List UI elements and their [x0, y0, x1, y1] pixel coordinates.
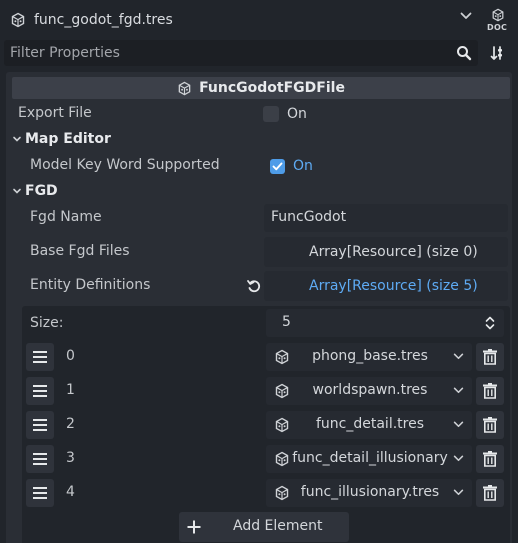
fgd-name-value: FuncGodot: [271, 209, 347, 225]
chevron-down-icon: [453, 455, 464, 462]
remove-element-button[interactable]: [476, 479, 504, 507]
base-fgd-files-label: Base Fgd Files: [30, 243, 130, 259]
resource-class-icon: [177, 81, 192, 96]
section-map-editor-title: Map Editor: [25, 131, 111, 147]
element-resource-name: func_detail_illusionary: [292, 450, 448, 466]
plus-icon: [187, 520, 201, 534]
export-file-checkbox[interactable]: [263, 106, 279, 122]
remove-element-button[interactable]: [476, 377, 504, 405]
element-resource-picker[interactable]: phong_base.tres: [266, 343, 472, 371]
export-file-value: On: [287, 106, 307, 122]
element-resource-name: func_detail.tres: [315, 416, 424, 432]
element-resource-name: phong_base.tres: [312, 348, 428, 364]
revert-icon: [246, 278, 264, 294]
chevron-down-icon: [453, 387, 464, 394]
search-icon: [456, 45, 472, 61]
remove-element-button[interactable]: [476, 411, 504, 439]
drag-handle[interactable]: [26, 479, 54, 507]
remove-element-button[interactable]: [476, 343, 504, 371]
trash-icon: [483, 485, 497, 501]
resource-icon: [10, 12, 26, 28]
drag-handle[interactable]: [26, 377, 54, 405]
array-size-value: 5: [282, 314, 291, 330]
chevron-down-icon: [460, 12, 472, 20]
element-index: 0: [66, 348, 75, 364]
sort-properties-button[interactable]: [484, 40, 510, 66]
element-resource-picker[interactable]: func_detail.tres: [266, 411, 472, 439]
open-documentation-button[interactable]: DOC: [484, 6, 514, 36]
revert-button[interactable]: [246, 278, 264, 296]
trash-icon: [483, 349, 497, 365]
element-index: 4: [66, 484, 75, 500]
drag-handle-icon: [33, 487, 47, 499]
array-size-label: Size:: [30, 315, 64, 331]
resource-file-name: func_godot_fgd.tres: [34, 12, 173, 28]
resource-picker[interactable]: func_godot_fgd.tres: [0, 0, 480, 40]
filter-properties-input[interactable]: [10, 42, 450, 64]
drag-handle-icon: [33, 385, 47, 397]
entity-definitions-button[interactable]: Array[Resource] (size 5): [264, 271, 508, 301]
element-resource-name: func_illusionary.tres: [300, 484, 440, 500]
drag-handle-icon: [33, 419, 47, 431]
element-resource-picker[interactable]: func_detail_illusionary: [266, 445, 472, 473]
remove-element-button[interactable]: [476, 445, 504, 473]
element-resource-picker[interactable]: func_illusionary.tres: [266, 479, 472, 507]
drag-handle[interactable]: [26, 445, 54, 473]
chevron-down-icon: [453, 421, 464, 428]
fgd-name-field[interactable]: FuncGodot: [264, 204, 508, 232]
class-title: FuncGodotFGDFile: [199, 80, 345, 96]
trash-icon: [483, 417, 497, 433]
section-fgd[interactable]: FGD: [12, 182, 58, 200]
entity-definitions-value: Array[Resource] (size 5): [309, 278, 478, 294]
drag-handle[interactable]: [26, 343, 54, 371]
entity-definitions-label: Entity Definitions: [30, 277, 151, 293]
section-map-editor[interactable]: Map Editor: [12, 130, 111, 148]
element-index: 3: [66, 450, 75, 466]
base-fgd-files-value: Array[Resource] (size 0): [309, 244, 478, 260]
element-index: 1: [66, 382, 75, 398]
trash-icon: [483, 383, 497, 399]
add-element-label: Add Element: [233, 518, 323, 534]
spin-arrows-icon: [485, 316, 495, 330]
model-key-word-checkbox[interactable]: [270, 159, 285, 174]
fgd-name-label: Fgd Name: [30, 209, 102, 225]
array-size-spinbox[interactable]: 5: [266, 309, 504, 337]
element-index: 2: [66, 416, 75, 432]
element-resource-name: worldspawn.tres: [312, 382, 428, 398]
trash-icon: [483, 451, 497, 467]
collapse-caret-icon: [12, 134, 25, 144]
class-header: FuncGodotFGDFile: [12, 77, 510, 99]
collapse-caret-icon: [12, 186, 25, 196]
filter-properties-field[interactable]: [4, 40, 478, 66]
element-resource-picker[interactable]: worldspawn.tres: [266, 377, 472, 405]
drag-handle-icon: [33, 453, 47, 465]
model-key-word-value: On: [293, 158, 313, 174]
sort-icon: [489, 45, 505, 61]
base-fgd-files-button[interactable]: Array[Resource] (size 0): [264, 237, 508, 267]
model-key-word-label: Model Key Word Supported: [30, 157, 220, 173]
chevron-down-icon: [453, 489, 464, 496]
section-fgd-title: FGD: [25, 183, 58, 199]
add-element-button[interactable]: Add Element: [179, 512, 349, 542]
drag-handle-icon: [33, 351, 47, 363]
documentation-icon: [489, 8, 507, 22]
doc-label: DOC: [487, 23, 508, 32]
chevron-down-icon: [453, 353, 464, 360]
drag-handle[interactable]: [26, 411, 54, 439]
export-file-label: Export File: [18, 105, 92, 121]
checkmark-icon: [272, 161, 283, 172]
